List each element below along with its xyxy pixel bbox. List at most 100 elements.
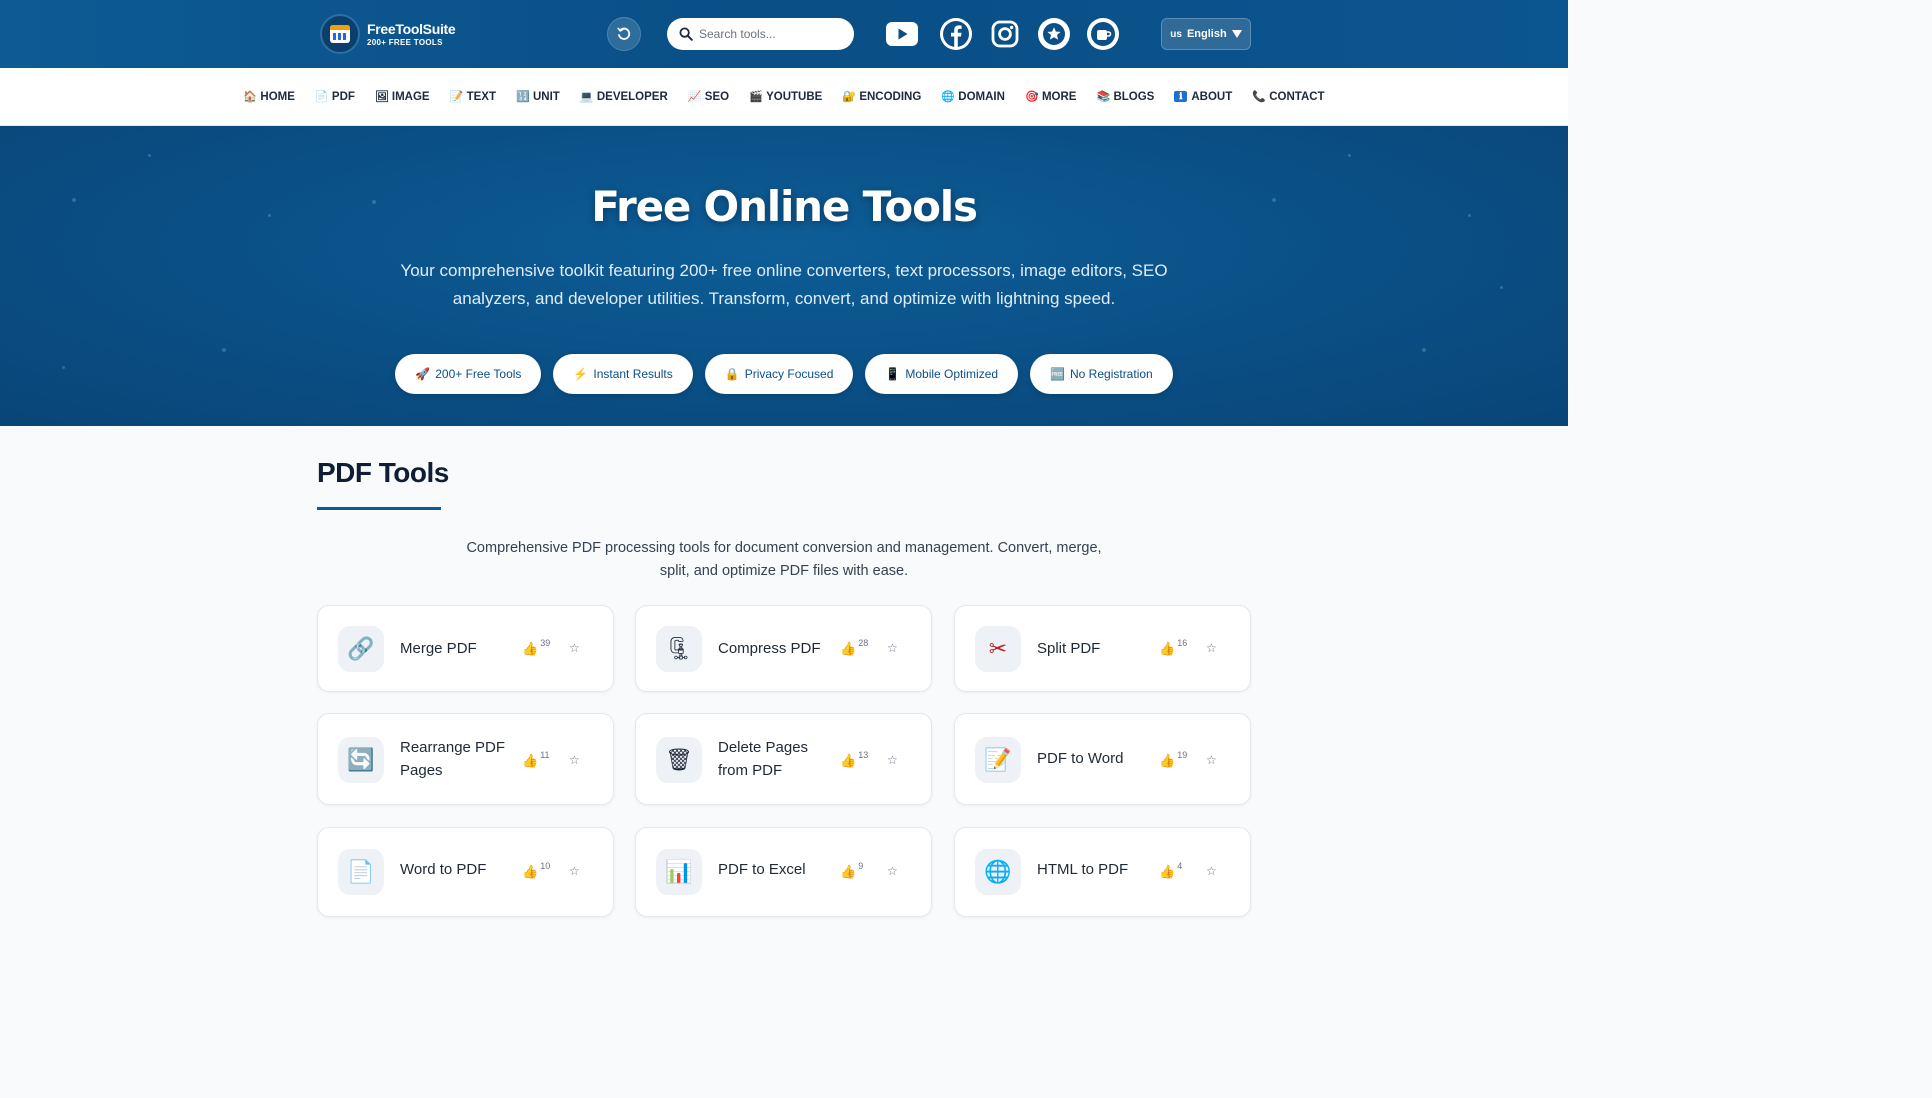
nav-seo[interactable]: 📈 SEO	[688, 90, 729, 104]
favorites-link[interactable]	[1038, 18, 1070, 50]
tool-card-compress-pdf[interactable]: 🗜 Compress PDF 👍 28 ☆	[635, 605, 932, 692]
favorite-star-icon[interactable]: ☆	[1206, 641, 1217, 655]
feature-badge: 🚀 200+ Free Tools	[395, 354, 542, 394]
search-icon	[679, 27, 693, 41]
phone-icon: 📞	[1252, 91, 1266, 103]
tool-icon: ✂	[975, 626, 1021, 672]
like-count: 39	[540, 638, 551, 648]
section-title: PDF Tools	[317, 457, 449, 488]
trash-icon: 🗑	[665, 747, 693, 772]
favorite-star-icon[interactable]: ☆	[569, 753, 580, 767]
history-button[interactable]	[607, 17, 641, 51]
bar-chart-icon: 📊	[665, 859, 693, 884]
tool-icon: 📊	[656, 849, 702, 895]
like-button[interactable]: 👍 16	[1159, 638, 1187, 657]
tool-card-word-to-pdf[interactable]: 📄 Word to PDF 👍 10 ☆	[317, 827, 614, 917]
tool-name: Split PDF	[1037, 640, 1101, 657]
favorite-star-icon[interactable]: ☆	[887, 864, 898, 878]
buy-me-coffee-link[interactable]	[1087, 18, 1119, 50]
facebook-link[interactable]	[940, 18, 972, 50]
info-icon: ℹ	[1174, 91, 1188, 102]
numbers-icon: 🔢	[516, 91, 530, 103]
feature-label: Privacy Focused	[744, 367, 834, 381]
star-icon	[1039, 19, 1069, 49]
tool-card-rearrange-pdf-pages[interactable]: 🔄 Rearrange PDF Pages 👍 11 ☆	[317, 713, 614, 805]
youtube-link[interactable]	[886, 18, 918, 50]
favorite-star-icon[interactable]: ☆	[1206, 753, 1217, 767]
nav-label: ABOUT	[1191, 90, 1233, 103]
thumbs-up-icon: 👍	[840, 753, 857, 768]
nav-label: ENCODING	[859, 90, 922, 103]
nav-domain[interactable]: 🌐 DOMAIN	[941, 90, 1005, 104]
tool-card-delete-pages[interactable]: 🗑 Delete Pages from PDF 👍 13 ☆	[635, 713, 932, 805]
favorite-star-icon[interactable]: ☆	[1206, 864, 1217, 878]
tool-name: HTML to PDF	[1037, 861, 1129, 878]
nav-home[interactable]: 🏠 HOME	[243, 90, 295, 104]
tool-card-merge-pdf[interactable]: 🔗 Merge PDF 👍 39 ☆	[317, 605, 614, 692]
tool-card-split-pdf[interactable]: ✂ Split PDF 👍 16 ☆	[954, 605, 1251, 692]
nav-label: MORE	[1041, 90, 1077, 103]
nav-label: TEXT	[466, 90, 496, 103]
tool-card-html-to-pdf[interactable]: 🌐 HTML to PDF 👍 4 ☆	[954, 827, 1251, 917]
top-header: FreeToolSuite 200+ FREE TOOLS Search too…	[0, 0, 1568, 68]
thumbs-up-icon: 👍	[1159, 641, 1176, 656]
like-button[interactable]: 👍 11	[522, 750, 550, 769]
nav-image[interactable]: 🖼 IMAGE	[375, 90, 430, 104]
favorite-star-icon[interactable]: ☆	[887, 753, 898, 767]
like-count: 11	[540, 750, 550, 760]
nav-blogs[interactable]: 📚 BLOGS	[1096, 90, 1154, 104]
clamp-icon: 🗜	[665, 636, 693, 661]
home-icon: 🏠	[243, 91, 258, 103]
language-selector[interactable]: us English	[1161, 18, 1251, 50]
like-button[interactable]: 👍 39	[522, 638, 551, 657]
nav-youtube[interactable]: 🎬 YOUTUBE	[749, 90, 823, 104]
nav-label: HOME	[260, 90, 295, 103]
nav-label: DEVELOPER	[596, 90, 668, 103]
nav-encoding[interactable]: 🔐 ENCODING	[842, 90, 922, 104]
thumbs-up-icon: 👍	[522, 753, 539, 768]
feature-badge: 🔒 Privacy Focused	[704, 354, 854, 394]
like-button[interactable]: 👍 4	[1159, 861, 1182, 880]
brand-logo[interactable]: FreeToolSuite 200+ FREE TOOLS	[320, 14, 456, 54]
tool-icon: 🔗	[338, 626, 384, 672]
nav-label: UNIT	[533, 90, 560, 103]
tool-card-pdf-to-word[interactable]: 📝 PDF to Word 👍 19 ☆	[954, 713, 1251, 805]
nav-label: YOUTUBE	[766, 90, 823, 103]
laptop-icon: 💻	[579, 91, 594, 103]
nav-about[interactable]: ℹ ABOUT	[1174, 91, 1232, 103]
instagram-icon	[991, 20, 1019, 48]
nav-more[interactable]: 🎯 MORE	[1025, 90, 1077, 104]
like-button[interactable]: 👍 13	[840, 750, 868, 769]
nav-pdf[interactable]: 📄 PDF	[315, 90, 355, 104]
chevron-down-icon	[1231, 30, 1242, 38]
like-button[interactable]: 👍 28	[840, 638, 868, 657]
nav-text[interactable]: 📝 TEXT	[450, 90, 496, 104]
brand-subtitle: 200+ FREE TOOLS	[367, 37, 443, 47]
rocket-icon: 🚀	[415, 367, 431, 381]
nav-contact[interactable]: 📞 CONTACT	[1252, 90, 1324, 104]
tool-card-pdf-to-excel[interactable]: 📊 PDF to Excel 👍 9 ☆	[635, 827, 932, 917]
tool-name: Delete Pages from PDF	[718, 739, 809, 779]
favorite-star-icon[interactable]: ☆	[569, 641, 580, 655]
nav-developer[interactable]: 💻 DEVELOPER	[579, 90, 668, 104]
favorite-star-icon[interactable]: ☆	[887, 641, 898, 655]
tool-name: Rearrange PDF Pages	[400, 739, 506, 779]
instagram-link[interactable]	[989, 18, 1021, 50]
search-input[interactable]	[699, 27, 839, 41]
hero-title: Free Online Tools	[591, 182, 978, 231]
books-icon: 📚	[1096, 91, 1111, 103]
link-icon: 🔗	[347, 636, 375, 661]
tool-icon: 🌐	[975, 849, 1021, 895]
favorite-star-icon[interactable]: ☆	[569, 864, 580, 878]
nav-label: PDF	[331, 90, 355, 103]
lock-icon: 🔐	[842, 91, 857, 103]
like-button[interactable]: 👍 10	[522, 861, 550, 880]
feature-label: Mobile Optimized	[905, 367, 999, 381]
lightning-icon: ⚡	[573, 367, 589, 381]
youtube-icon	[886, 22, 918, 46]
tool-name: Merge PDF	[400, 640, 477, 657]
tool-name: Word to PDF	[400, 861, 487, 878]
nav-unit[interactable]: 🔢 UNIT	[516, 90, 560, 104]
like-button[interactable]: 👍 19	[1159, 750, 1187, 769]
like-button[interactable]: 👍 9	[840, 861, 863, 880]
